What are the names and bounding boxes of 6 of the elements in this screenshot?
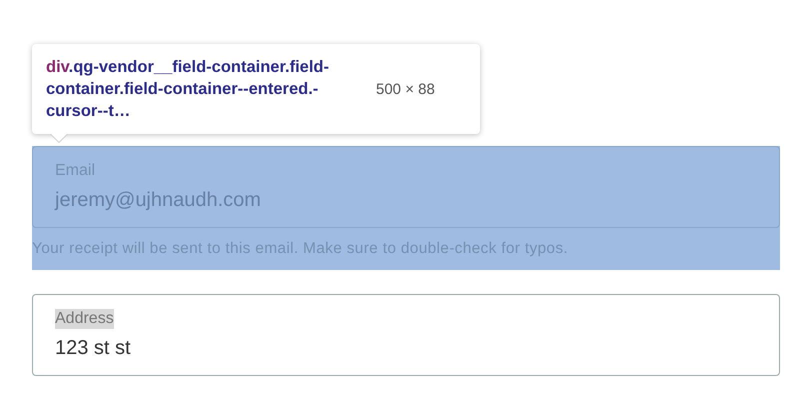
field-label: Address	[55, 309, 114, 329]
element-size: 500 × 88	[376, 80, 435, 98]
field-value: jeremy@ujhnaudh.com	[55, 189, 261, 212]
element-selector: div.qg-vendor__field-container.field-container.field-container--entered.-cursor--t…	[46, 57, 330, 122]
field-value: 123 st st	[55, 337, 131, 360]
input-field[interactable]: Address 123 st st	[32, 294, 780, 376]
